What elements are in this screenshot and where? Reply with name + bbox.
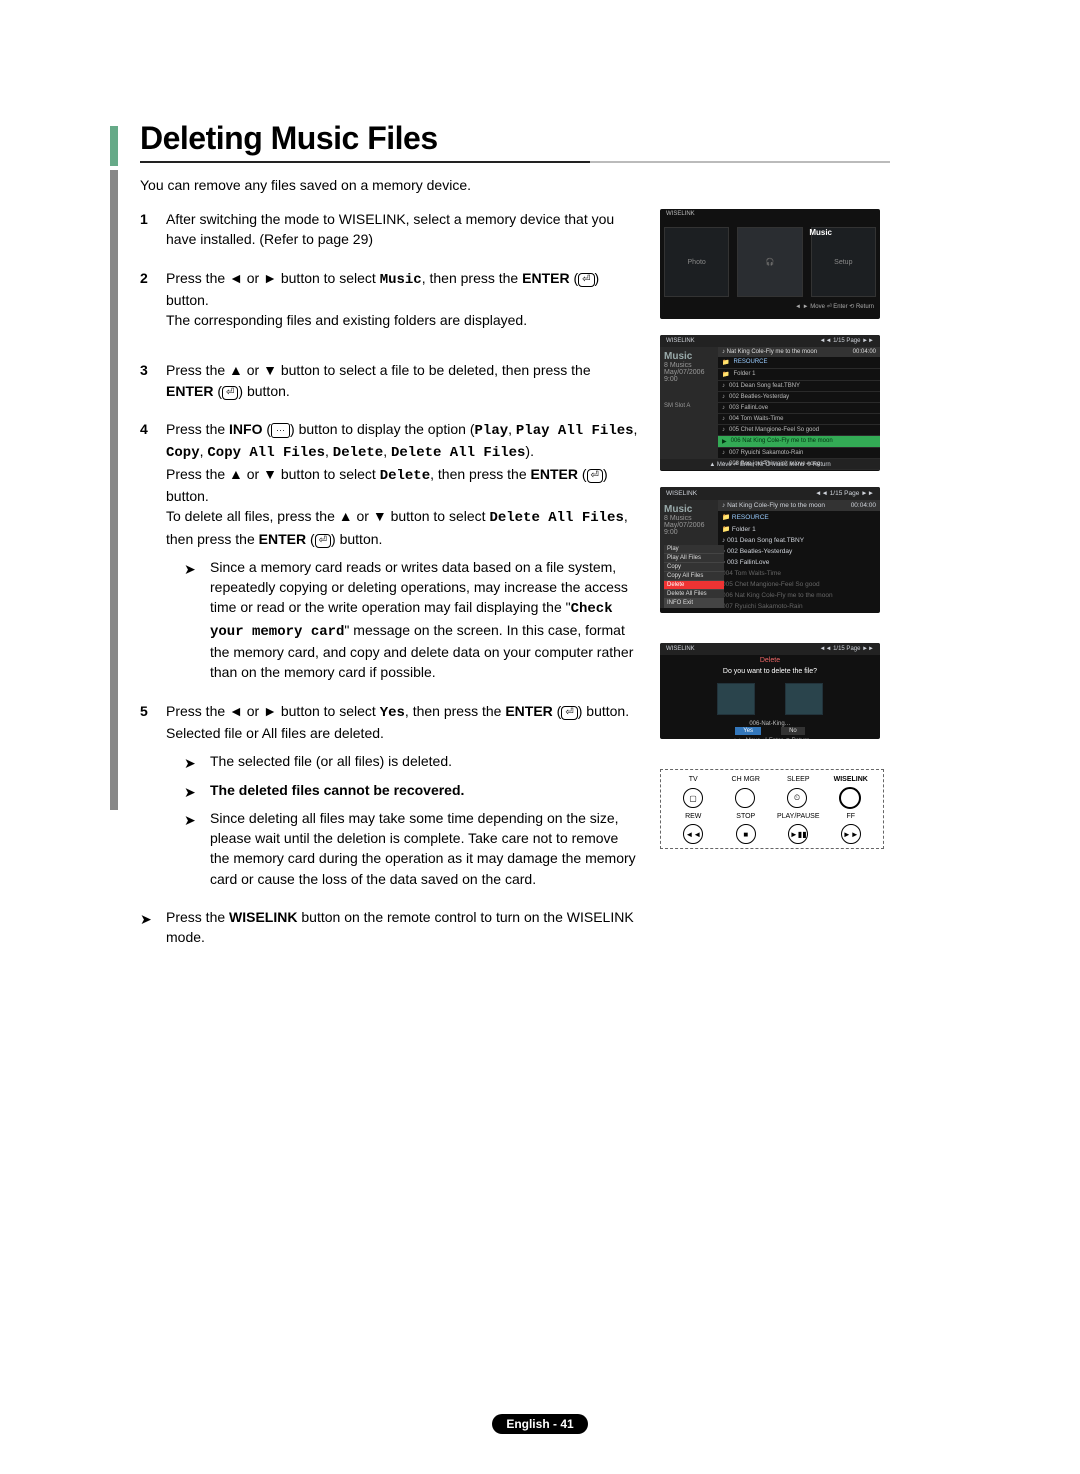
- step-4-note: ➤ Since a memory card reads or writes da…: [166, 557, 640, 683]
- chmgr-button: [735, 788, 755, 808]
- wiselink-button: [839, 787, 861, 809]
- intro-text: You can remove any files saved on a memo…: [140, 177, 990, 193]
- step-2: Press the ◄ or ► button to select Music,…: [140, 268, 640, 331]
- note-icon: ➤: [184, 559, 196, 579]
- info-icon: ···: [271, 423, 290, 438]
- enter-icon: ⏎: [587, 469, 603, 483]
- btn-yes: Yes: [735, 727, 761, 735]
- enter-icon: ⏎: [561, 706, 577, 720]
- note-icon: ➤: [184, 810, 196, 830]
- screenshot-delete-confirm: WISELINK ◄◄ 1/15 Page ►► Delete Do you w…: [660, 643, 880, 739]
- page-footer: English - 41: [0, 1414, 1080, 1434]
- context-menu: Play Play All Files Copy Copy All Files …: [664, 545, 724, 608]
- step-1-text: After switching the mode to WISELINK, se…: [166, 211, 614, 247]
- final-note: ➤ Press the WISELINK button on the remot…: [140, 907, 640, 948]
- step-5-note-1: ➤ The selected file (or all files) is de…: [166, 751, 640, 771]
- note-icon: ➤: [140, 909, 152, 929]
- step-3: Press the ▲ or ▼ button to select a file…: [140, 360, 640, 401]
- trash-icon: [785, 683, 823, 715]
- stop-button: ■: [736, 824, 756, 844]
- panel-photo: Photo: [664, 227, 729, 297]
- step-1: After switching the mode to WISELINK, se…: [140, 209, 640, 250]
- playpause-button: ►▮▮: [788, 824, 808, 844]
- sleep-button: ⏲: [787, 788, 807, 808]
- btn-no: No: [781, 727, 805, 735]
- note-icon: ➤: [184, 782, 196, 802]
- ff-button: ►►: [841, 824, 861, 844]
- screenshot-music-list: WISELINK ◄◄ 1/15 Page ►► Music 8 Musics …: [660, 335, 880, 471]
- step-5-note-3: ➤ Since deleting all files may take some…: [166, 808, 640, 889]
- step-5: Press the ◄ or ► button to select Yes, t…: [140, 701, 640, 889]
- enter-icon: ⏎: [578, 273, 594, 287]
- page-title: Deleting Music Files: [140, 120, 990, 157]
- screenshot-music-menu: WISELINK ◄◄ 1/15 Page ►► Music 8 Musics …: [660, 487, 880, 613]
- step-4: Press the INFO (···) button to display t…: [140, 419, 640, 683]
- note-icon: ➤: [184, 753, 196, 773]
- enter-icon: ⏎: [222, 386, 238, 400]
- panel-setup: Setup: [811, 227, 876, 297]
- file-thumb: [717, 683, 755, 715]
- remote-diagram: TV CH MGR SLEEP WISELINK ▢ ⏲ REW STOP PL…: [660, 769, 884, 849]
- rew-button: ◄◄: [683, 824, 703, 844]
- step-5-note-2: ➤ The deleted files cannot be recovered.: [166, 780, 640, 800]
- screenshot-wiselink-home: WISELINK Music Photo 🎧 Setup ◄ ► Move ⏎ …: [660, 209, 880, 319]
- panel-music: 🎧: [737, 227, 802, 297]
- accent-bar-top: [110, 126, 118, 166]
- divider: [140, 161, 890, 163]
- track-list: ♪ Nat King Cole-Fly me to the moon00:04:…: [718, 347, 880, 459]
- enter-icon: ⏎: [315, 534, 331, 548]
- accent-bar: [110, 170, 118, 810]
- tv-button: ▢: [683, 788, 703, 808]
